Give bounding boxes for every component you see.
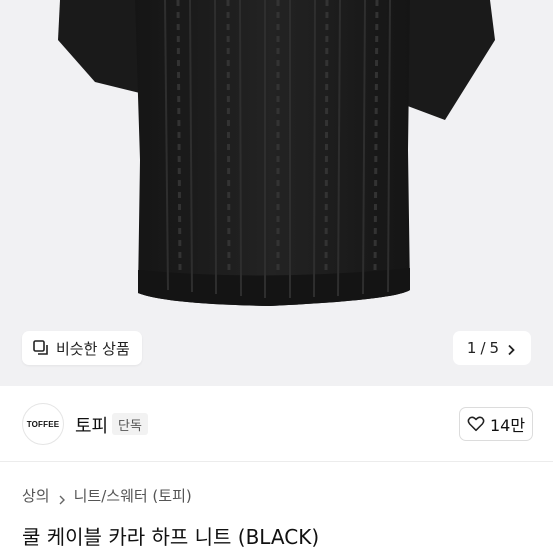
heart-icon <box>467 415 485 433</box>
product-image <box>58 0 495 306</box>
similar-products-button[interactable]: 비슷한 상품 <box>22 331 142 365</box>
breadcrumb: 상의 니트/스웨터 (토피) <box>22 485 192 506</box>
image-pager[interactable]: 1 / 5 <box>453 331 531 365</box>
pager-current: 1 <box>466 339 477 357</box>
breadcrumb-item-top[interactable]: 상의 <box>22 485 50 506</box>
store-name[interactable]: 토피 <box>75 412 108 438</box>
copy-icon <box>32 339 50 357</box>
pager-total: 5 <box>489 339 500 357</box>
chevron-right-icon <box>58 491 66 504</box>
store-logo[interactable]: TOFFEE <box>22 403 64 445</box>
similar-products-label: 비슷한 상품 <box>56 339 130 358</box>
pager-separator: / <box>480 339 486 357</box>
store-logo-text: TOFFEE <box>26 419 60 429</box>
chevron-right-icon <box>505 342 517 356</box>
product-title: 쿨 케이블 카라 하프 니트 (BLACK) <box>22 525 320 549</box>
breadcrumb-item-category[interactable]: 니트/스웨터 (토피) <box>74 485 192 506</box>
store-info-row: TOFFEE 토피 단독 14만 <box>0 386 553 462</box>
exclusive-badge: 단독 <box>112 413 148 435</box>
like-button[interactable]: 14만 <box>459 407 533 441</box>
like-count: 14만 <box>489 416 526 435</box>
product-image-gallery[interactable]: 비슷한 상품 1 / 5 <box>0 0 553 386</box>
